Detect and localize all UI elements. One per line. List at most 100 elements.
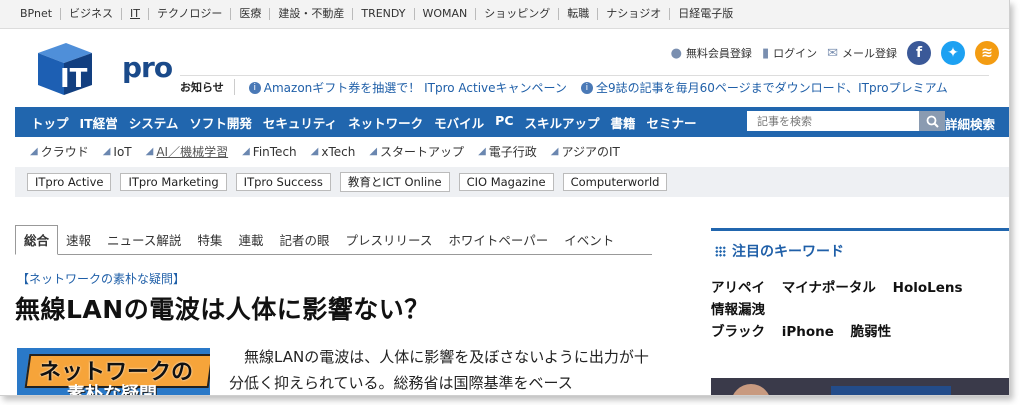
tab-press[interactable]: プレスリリース (337, 230, 440, 254)
site-link[interactable]: ITpro Success (235, 173, 331, 191)
network-link[interactable]: BPnet (18, 8, 60, 20)
tag-icon: ◢ (30, 146, 38, 157)
tag-item[interactable]: ◢ FinTech (242, 143, 297, 160)
sidebar-banner-image[interactable] (711, 378, 1009, 395)
network-link[interactable]: TRENDY (352, 8, 413, 20)
network-link[interactable]: 転職 (558, 8, 597, 20)
nav-item[interactable]: モバイル (434, 113, 484, 132)
notice-item[interactable]: i Amazonギフト券を抽選で！ ITpro Activeキャンペーン (248, 79, 567, 96)
advanced-search-link[interactable]: 詳細検索 (945, 114, 995, 133)
network-link[interactable]: ビジネス (60, 8, 121, 20)
notice-text: Amazonギフト券を抽選で！ ITpro Activeキャンペーン (263, 80, 567, 95)
notice-label: お知らせ (180, 79, 235, 95)
nav-item[interactable]: ソフト開発 (189, 113, 252, 132)
notice-text: 全9誌の記事を毎月60ページまでダウンロード、ITproプレミアム (595, 80, 948, 95)
network-link[interactable]: 建設・不動産 (269, 8, 352, 20)
user-icon: ● (670, 45, 682, 61)
network-link[interactable]: ナショジオ (597, 8, 669, 20)
tag-icon: ◢ (310, 146, 319, 157)
tab-overview[interactable]: 総合 (15, 225, 59, 255)
mail-icon: ✉ (827, 45, 838, 61)
keyword-link[interactable]: ブラック (711, 324, 765, 340)
site-link[interactable]: Computerworld (562, 173, 668, 191)
article-thumbnail[interactable]: ネットワークの 素朴な疑問 (17, 348, 210, 395)
rss-icon[interactable]: ≋ (975, 41, 999, 65)
tag-icon: ◢ (369, 146, 378, 157)
tab-analysis[interactable]: ニュース解説 (99, 230, 189, 254)
nav-item[interactable]: 書籍 (611, 113, 636, 132)
tag-item[interactable]: ◢ AI／機械学習 (146, 143, 228, 160)
info-icon: i (248, 82, 261, 94)
nav-item[interactable]: トップ (31, 113, 69, 132)
keyword-link[interactable]: 情報漏洩 (711, 302, 765, 318)
keyword-link[interactable]: HoloLens (893, 280, 963, 296)
logo-letters: IT (60, 64, 88, 94)
logo-text: pro (122, 51, 173, 84)
tag-label: IoT (113, 144, 132, 159)
tab-news[interactable]: 速報 (58, 230, 99, 254)
partner-sites-bar: ITpro Active ITpro Marketing ITpro Succe… (15, 167, 1009, 197)
network-link[interactable]: WOMAN (413, 8, 476, 20)
twitter-icon[interactable]: ✦ (941, 41, 965, 65)
keyword-panel-title: 注目のキーワード (711, 241, 1009, 261)
tag-item[interactable]: ◢ IoT (103, 143, 132, 160)
signup-link[interactable]: ● 無料会員登録 (671, 45, 752, 61)
nav-item[interactable]: スキルアップ (525, 113, 600, 132)
network-link[interactable]: テクノロジー (148, 8, 230, 20)
tag-label: アジアのIT (561, 145, 620, 159)
nav-item[interactable]: セキュリティ (263, 113, 337, 132)
banner-logo (831, 386, 951, 395)
tag-item[interactable]: ◢ スタートアップ (369, 143, 464, 160)
keyword-list: アリペイ マイナポータル HoloLens 情報漏洩 ブラック iPhone 脆… (711, 277, 1009, 343)
network-link[interactable]: ショッピング (475, 8, 558, 20)
facebook-icon[interactable]: f (907, 41, 931, 65)
site-link[interactable]: ITpro Active (27, 173, 112, 191)
tag-item[interactable]: ◢ クラウド (30, 143, 89, 160)
notice-item[interactable]: i 全9誌の記事を毎月60ページまでダウンロード、ITproプレミアム (580, 79, 948, 96)
nav-item[interactable]: システム (129, 113, 179, 132)
mail-link[interactable]: ✉ メール登録 (827, 45, 897, 61)
tag-item[interactable]: ◢ アジアのIT (551, 143, 620, 160)
search-button[interactable] (919, 111, 945, 131)
search-input[interactable] (747, 111, 919, 131)
site-link[interactable]: 教育とICT Online (339, 172, 450, 192)
tab-events[interactable]: イベント (556, 230, 622, 254)
itpro-logo[interactable]: IT pro (30, 39, 173, 97)
site-header: IT pro ● 無料会員登録 ▮ ログイン ✉ メール登録 f ✦ ≋ お知ら… (0, 29, 1009, 101)
signup-label: 無料会員登録 (685, 47, 752, 60)
browser-page: BPnet ビジネス IT テクノロジー 医療 建設・不動産 TRENDY WO… (0, 0, 1010, 396)
article-category[interactable]: 【ネットワークの素朴な疑問】 (17, 270, 185, 287)
keyword-link[interactable]: マイナポータル (782, 280, 876, 296)
article-title[interactable]: 無線LANの電波は人体に影響ない？ (15, 290, 430, 326)
site-link[interactable]: ITpro Marketing (120, 173, 227, 191)
tag-label: スタートアップ (380, 145, 465, 159)
site-link[interactable]: CIO Magazine (458, 173, 554, 191)
tag-item[interactable]: ◢ xTech (311, 143, 356, 160)
login-label: ログイン (773, 47, 818, 60)
tab-whitepaper[interactable]: ホワイトペーパー (440, 230, 556, 254)
keyword-link[interactable]: iPhone (782, 324, 834, 340)
info-icon: i (580, 82, 593, 94)
tab-reporter[interactable]: 記者の眼 (271, 230, 337, 254)
network-link[interactable]: 日経電子版 (669, 8, 741, 20)
tab-series[interactable]: 連載 (230, 230, 271, 254)
tag-label: xTech (321, 144, 356, 159)
person-photo (731, 384, 771, 395)
keyword-link[interactable]: 脆弱性 (851, 324, 892, 340)
tab-features[interactable]: 特集 (189, 230, 230, 254)
network-link[interactable]: 医療 (230, 8, 269, 20)
nav-item[interactable]: セミナー (647, 113, 697, 132)
login-link[interactable]: ▮ ログイン (762, 45, 817, 61)
header-links: ● 無料会員登録 ▮ ログイン ✉ メール登録 f ✦ ≋ (671, 41, 999, 65)
tag-item[interactable]: ◢ 電子行政 (478, 143, 537, 160)
tag-icon: ◢ (242, 146, 250, 157)
network-link[interactable]: IT (121, 8, 148, 20)
tag-icon: ◢ (478, 146, 486, 157)
keyword-link[interactable]: アリペイ (711, 280, 765, 296)
nav-item[interactable]: IT経営 (80, 113, 118, 132)
main-nav: トップ IT経営 システム ソフト開発 セキュリティ ネットワーク モバイル P… (15, 107, 1009, 137)
nav-item[interactable]: PC (495, 113, 513, 132)
tag-label: AI／機械学習 (156, 145, 229, 159)
article-body: 無線LANの電波は、人体に影響を及ぼさないように出力が十分低く抑えられている。総… (229, 344, 649, 395)
nav-item[interactable]: ネットワーク (348, 113, 423, 132)
